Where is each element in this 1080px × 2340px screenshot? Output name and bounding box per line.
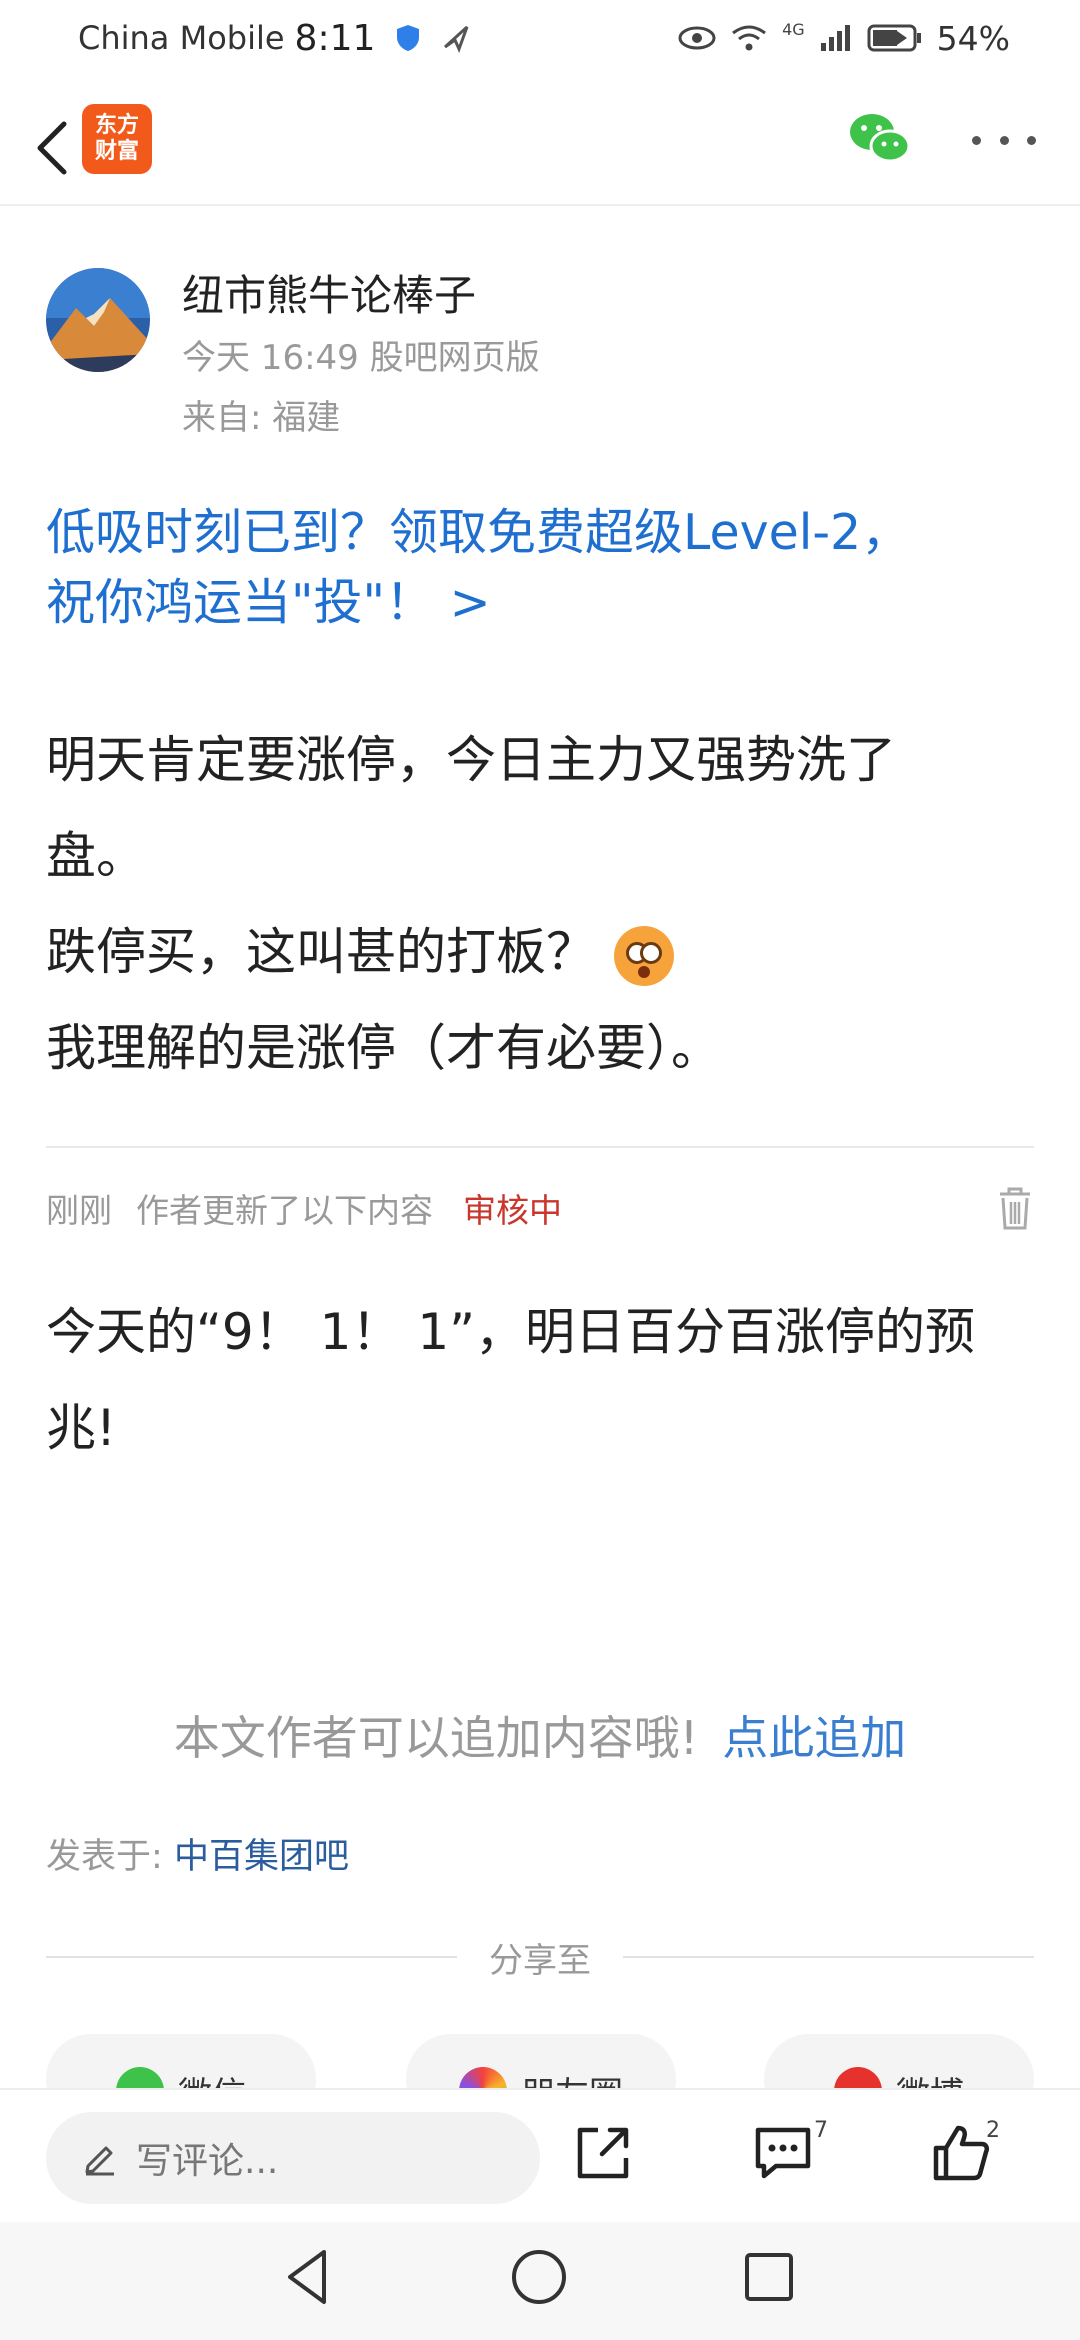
update-line: 今天的“9！ 1！ 1”，明日百分百涨停的预 xyxy=(46,1303,976,1361)
battery-icon xyxy=(867,24,921,52)
append-text: 本文作者可以追加内容哦! xyxy=(173,1711,699,1765)
wechat-share-icon[interactable] xyxy=(848,110,912,168)
update-label: 作者更新了以下内容 xyxy=(136,1191,433,1230)
share-moments-button[interactable]: 朋友圈 xyxy=(406,2034,676,2094)
body-line: 跌停买，这叫甚的打板？ xyxy=(46,904,1046,1000)
share-options: 微信 朋友圈 微博 xyxy=(46,2034,1034,2094)
author-name[interactable]: 纽市熊牛论棒子 xyxy=(182,262,476,323)
share-title: 分享至 xyxy=(489,1940,591,1981)
promo-link[interactable]: 低吸时刻已到？领取免费超级Level-2， 祝你鸿运当"投"！ > xyxy=(46,498,1046,638)
promo-line-2: 祝你鸿运当"投"！ > xyxy=(46,574,491,631)
nav-recents-icon[interactable] xyxy=(738,2246,800,2308)
update-time: 刚刚 xyxy=(46,1191,112,1230)
logo-line1: 东方 xyxy=(94,113,139,138)
wifi-icon xyxy=(732,25,766,51)
shield-icon xyxy=(397,25,420,51)
more-options-button[interactable] xyxy=(972,122,1036,158)
comment-icon[interactable] xyxy=(752,2122,814,2184)
divider xyxy=(46,1146,1034,1148)
comment-count: 7 xyxy=(814,2118,828,2143)
share-out-icon[interactable] xyxy=(572,2122,634,2184)
append-link[interactable]: 点此追加 xyxy=(722,1711,906,1765)
top-bar: 东方 财富 xyxy=(0,90,1080,206)
status-right: 4G 54% xyxy=(678,14,1010,62)
status-left: China Mobile 8:11 xyxy=(78,14,471,62)
avatar-image xyxy=(46,268,150,372)
dizzy-face-emoji-icon xyxy=(614,925,674,986)
bar-link[interactable]: 中百集团吧 xyxy=(174,1837,349,1877)
thumbs-up-icon[interactable] xyxy=(930,2122,992,2184)
post-body: 明天肯定要涨停，今日主力又强势洗了 盘。 跌停买，这叫甚的打板？ 我理解的是涨停… xyxy=(46,712,1046,1096)
like-count: 2 xyxy=(986,2118,1000,2143)
body-line: 明天肯定要涨停，今日主力又强势洗了 xyxy=(46,731,896,789)
back-button[interactable] xyxy=(22,110,82,186)
pencil-icon xyxy=(85,2146,114,2176)
append-prompt: 本文作者可以追加内容哦! 点此追加 xyxy=(0,1702,1080,1768)
action-bar: 写评论... 7 2 xyxy=(0,2088,1080,2220)
send-icon xyxy=(444,25,469,53)
app-logo: 东方 财富 xyxy=(82,104,152,174)
trash-icon[interactable] xyxy=(996,1184,1034,1232)
battery-percent: 54% xyxy=(936,18,1010,58)
posted-in-label: 发表于: xyxy=(46,1837,163,1877)
dot-icon xyxy=(1027,135,1036,145)
body-line: 我理解的是涨停（才有必要）。 xyxy=(46,1019,721,1077)
author-avatar[interactable] xyxy=(46,268,150,372)
status-bar: China Mobile 8:11 4G 54% xyxy=(0,0,1080,76)
posted-in: 发表于: 中百集团吧 xyxy=(46,1828,349,1879)
dot-icon xyxy=(999,135,1009,145)
review-status-badge: 审核中 xyxy=(463,1191,562,1230)
share-wechat-button[interactable]: 微信 xyxy=(46,2034,316,2094)
network-type: 4G xyxy=(782,19,805,39)
share-weibo-button[interactable]: 微博 xyxy=(764,2034,1034,2094)
body-line: 盘。 xyxy=(46,827,146,885)
comment-placeholder: 写评论... xyxy=(136,2141,279,2182)
eye-icon xyxy=(678,26,716,50)
share-divider-left xyxy=(46,1956,457,1958)
nav-home-icon[interactable] xyxy=(508,2246,570,2308)
clock: 8:11 xyxy=(294,17,376,59)
logo-line2: 财富 xyxy=(94,139,139,164)
update-body: 今天的“9！ 1！ 1”，明日百分百涨停的预 兆! xyxy=(46,1284,1046,1476)
carrier-label: China Mobile xyxy=(78,19,285,57)
share-heading: 分享至 xyxy=(46,1936,1034,1981)
post-meta: 今天 16:49 股吧网页版 xyxy=(182,338,540,378)
update-header: 刚刚 作者更新了以下内容 审核中 xyxy=(46,1184,1034,1232)
post-location: 来自: 福建 xyxy=(182,398,341,438)
comment-input[interactable]: 写评论... xyxy=(46,2112,540,2204)
system-nav-bar xyxy=(0,2222,1080,2340)
update-line: 兆! xyxy=(46,1399,117,1457)
body-line-text: 跌停买，这叫甚的打板？ xyxy=(46,923,596,981)
dot-icon xyxy=(972,135,981,145)
signal-icon xyxy=(820,25,850,51)
chevron-left-icon xyxy=(37,121,67,175)
promo-line-1: 低吸时刻已到？领取免费超级Level-2， xyxy=(46,504,911,561)
nav-back-icon[interactable] xyxy=(278,2246,340,2308)
share-divider-right xyxy=(623,1956,1034,1958)
